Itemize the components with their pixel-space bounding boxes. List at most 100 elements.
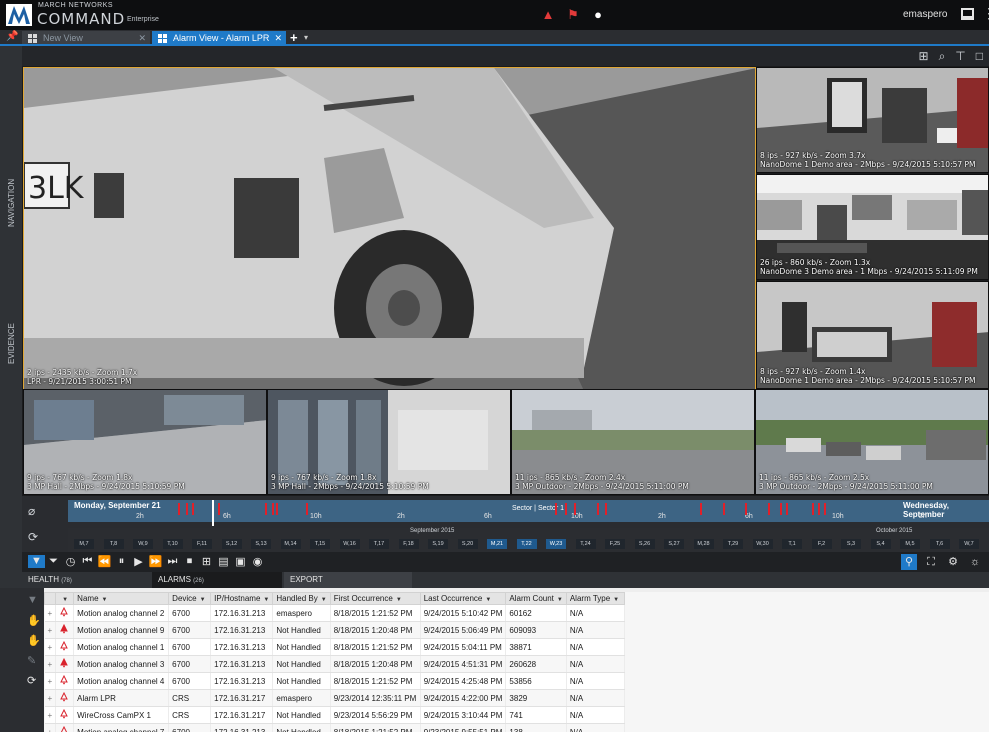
date-cell[interactable]: S,4 — [870, 539, 891, 549]
video-tile-b3[interactable]: 11 ips - 865 kb/s - Zoom 2.4x 3 MP Outdo… — [511, 389, 755, 495]
acknowledge-icon[interactable]: ✋ — [27, 614, 41, 627]
alarm-event-marker[interactable] — [605, 503, 607, 515]
alarm-event-marker[interactable] — [723, 503, 725, 515]
alarm-event-marker[interactable] — [555, 503, 557, 515]
timeline-sync-icon[interactable]: ⟳ — [28, 530, 38, 544]
alarm-event-marker[interactable] — [786, 503, 788, 515]
user-menu-icon[interactable] — [961, 8, 974, 20]
date-cell[interactable]: S,26 — [634, 539, 655, 549]
export-icon[interactable]: ▤ — [215, 555, 232, 568]
date-cell[interactable]: M,21 — [487, 539, 507, 549]
filter-icon[interactable]: ▼ — [396, 597, 402, 603]
layout-icon[interactable]: ⊞ — [198, 555, 215, 568]
expand-row-icon[interactable]: + — [44, 672, 57, 690]
timeline-expand-icon[interactable]: ⌀ — [28, 504, 35, 518]
column-header-ip[interactable]: IP/Hostname ▼ — [210, 592, 274, 605]
video-tile-b4[interactable]: 11 ips - 865 kb/s - Zoom 2.5x 3 MP Outdo… — [755, 389, 989, 495]
expand-row-icon[interactable]: + — [44, 604, 57, 622]
date-cell[interactable]: M,5 — [900, 539, 920, 549]
alarm-siren-icon[interactable]: ▲ — [540, 7, 556, 22]
date-cell[interactable]: M,14 — [280, 539, 301, 549]
expand-row-icon[interactable]: + — [44, 655, 57, 673]
handle-icon[interactable]: ✋ — [27, 634, 41, 647]
alarm-event-marker[interactable] — [780, 503, 782, 515]
date-cell[interactable]: F,11 — [192, 539, 212, 549]
health-alert-icon[interactable]: ⚑ — [565, 7, 581, 22]
date-cell[interactable]: T,15 — [310, 539, 330, 549]
tab-list-chevron-icon[interactable]: ▾ — [304, 33, 308, 42]
alarm-event-marker[interactable] — [745, 503, 747, 515]
table-row[interactable]: + Motion analog channel 1 6700 172.16.31.21… — [44, 638, 625, 656]
date-cell[interactable]: S,3 — [841, 539, 861, 549]
video-tile-r1[interactable]: 8 ips - 927 kb/s - Zoom 3.7x NanoDome 1 … — [756, 67, 989, 173]
add-tab-button[interactable]: + — [290, 30, 298, 45]
alarm-event-marker[interactable] — [306, 503, 308, 515]
state-column-header[interactable]: ▼ — [55, 592, 75, 605]
filter-icon[interactable]: ▼ — [263, 597, 269, 603]
settings-icon[interactable]: ⚙ — [945, 554, 961, 570]
skip-end-icon[interactable]: ⏭ — [164, 555, 181, 568]
filter-icon[interactable]: ▼ — [200, 597, 206, 603]
live-mode-icon[interactable]: ▼ — [28, 555, 45, 568]
navigation-panel-toggle[interactable]: NAVIGATION — [7, 179, 16, 227]
alarm-event-marker[interactable] — [597, 503, 599, 515]
timeline-playhead[interactable] — [212, 500, 214, 526]
table-row[interactable]: + Motion analog channel 7 6700 172.16.31.21… — [44, 723, 625, 732]
alarm-event-marker[interactable] — [574, 503, 576, 515]
column-header-first-occurrence[interactable]: First Occurrence ▼ — [329, 592, 421, 605]
alarm-event-marker[interactable] — [265, 503, 267, 515]
alarm-event-marker[interactable] — [192, 503, 194, 515]
filter-icon[interactable]: ▼ — [557, 597, 563, 603]
date-cell[interactable]: T,8 — [103, 539, 124, 549]
date-cell[interactable]: T,6 — [929, 539, 950, 549]
date-cell[interactable]: T,29 — [723, 539, 743, 549]
rewind-icon[interactable]: ⏪ — [96, 555, 113, 568]
date-cell[interactable]: S,20 — [457, 539, 478, 549]
video-tile-main[interactable]: 3LK 2 ips - 2435 kb/s - Zoom 1.7x LPR - … — [23, 67, 756, 390]
layout-grid-icon[interactable]: ⊞ — [919, 49, 929, 64]
skip-start-icon[interactable]: ⏮ — [79, 555, 96, 568]
date-cell[interactable]: T,10 — [162, 539, 183, 549]
video-tile-r3[interactable]: 8 ips - 927 kb/s - Zoom 1.4x NanoDome 1 … — [756, 281, 989, 389]
date-cell[interactable]: W,9 — [133, 539, 153, 549]
table-row[interactable]: + Motion analog channel 2 6700 172.16.31.21… — [44, 604, 625, 622]
filter-icon[interactable]: ▼ — [102, 597, 108, 603]
alarm-event-marker[interactable] — [276, 503, 278, 515]
date-cell[interactable]: S,19 — [428, 539, 448, 549]
video-tile-r2[interactable]: 26 ips - 860 kb/s - Zoom 1.3x NanoDome 3… — [756, 174, 989, 280]
alarm-event-marker[interactable] — [565, 503, 567, 515]
clock-icon[interactable]: ◷ — [62, 555, 79, 568]
alarm-event-marker[interactable] — [186, 503, 188, 515]
date-cell[interactable]: S,13 — [251, 539, 271, 549]
expand-row-icon[interactable]: + — [44, 621, 57, 639]
alarm-event-marker[interactable] — [272, 503, 274, 515]
fast-forward-icon[interactable]: ⏩ — [147, 555, 164, 568]
username[interactable]: emaspero — [903, 9, 947, 20]
save-icon[interactable]: ▣ — [232, 555, 249, 568]
recorded-mode-icon[interactable]: ⏷ — [45, 555, 62, 568]
more-icon[interactable]: ⋮ — [982, 5, 989, 22]
video-tile-b2[interactable]: 9 ips - 767 kb/s - Zoom 1.8x 3 MP Hall -… — [267, 389, 511, 495]
date-cell[interactable]: F,2 — [811, 539, 832, 549]
expand-row-icon[interactable]: + — [44, 689, 57, 707]
brightness-icon[interactable]: ☼ — [967, 554, 983, 570]
ptz-icon[interactable]: ⊤ — [955, 49, 965, 64]
filter-icon[interactable]: ▼ — [62, 597, 68, 603]
table-row[interactable]: + Motion analog channel 4 6700 172.16.31.21… — [44, 672, 625, 690]
alarm-event-marker[interactable] — [218, 503, 220, 515]
alarm-event-marker[interactable] — [768, 503, 770, 515]
fullscreen-icon[interactable]: ⛶ — [923, 554, 939, 570]
alarm-event-marker[interactable] — [812, 503, 814, 515]
table-row[interactable]: + Motion analog channel 3 6700 172.16.31.21… — [44, 655, 625, 673]
column-header-alarm-count[interactable]: Alarm Count ▼ — [505, 592, 567, 605]
evidence-panel-toggle[interactable]: EVIDENCE — [7, 323, 16, 364]
tab-export[interactable]: EXPORT — [284, 572, 412, 588]
date-cell[interactable]: W,7 — [959, 539, 979, 549]
column-header-alarm-type[interactable]: Alarm Type ▼ — [565, 592, 625, 605]
expand-row-icon[interactable]: + — [44, 723, 57, 732]
date-cell[interactable]: T,24 — [575, 539, 596, 549]
play-icon[interactable]: ▶ — [130, 555, 147, 568]
alarm-event-marker[interactable] — [818, 503, 820, 515]
column-header-name[interactable]: Name ▼ — [73, 592, 170, 605]
refresh-icon[interactable]: ⟳ — [27, 674, 36, 687]
